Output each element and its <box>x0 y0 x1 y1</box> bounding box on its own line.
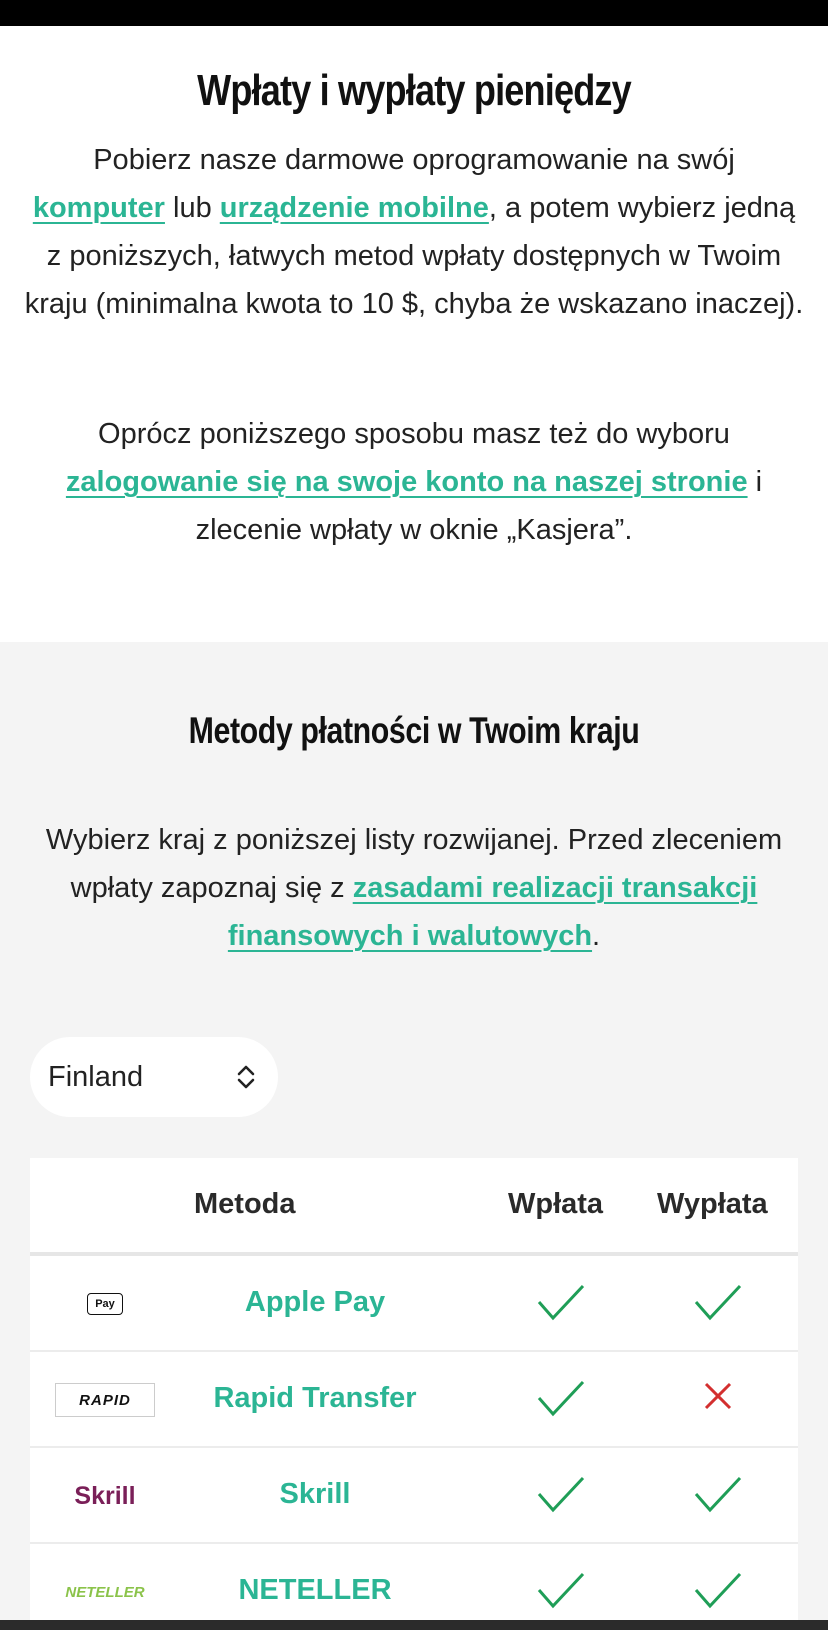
check-icon <box>694 1284 742 1321</box>
rapid-transfer-logo: RAPID <box>50 1382 160 1418</box>
login-paragraph: Oprócz poniższego sposobu masz też do wy… <box>24 410 804 554</box>
check-icon <box>537 1284 585 1321</box>
intro-paragraph: Pobierz nasze darmowe oprogramowanie na … <box>24 136 804 328</box>
country-select[interactable]: Finland <box>30 1037 278 1117</box>
table-header: Metoda Wpłata Wypłata <box>30 1158 798 1256</box>
intro-section: Wpłaty i wypłaty pieniędzy Pobierz nasze… <box>0 26 828 642</box>
mobile-device-link[interactable]: urządzenie mobilne <box>220 192 489 224</box>
login-link[interactable]: zalogowanie się na swoje konto na naszej… <box>66 466 748 498</box>
chevron-up-down-icon <box>237 1065 255 1089</box>
header-method: Metoda <box>194 1188 296 1220</box>
table-row-apple-pay: Pay Apple Pay <box>30 1256 798 1352</box>
check-icon <box>694 1572 742 1609</box>
check-icon <box>694 1476 742 1513</box>
navigation-bar <box>0 1620 828 1630</box>
payment-methods-section: Metody płatności w Twoim kraju Wybierz k… <box>0 642 828 1630</box>
cross-icon <box>704 1382 732 1410</box>
table-row-neteller: NETELLER NETELLER <box>30 1544 798 1630</box>
status-bar <box>0 0 828 26</box>
table-row-skrill: Skrill Skrill <box>30 1448 798 1544</box>
check-icon <box>537 1572 585 1609</box>
methods-paragraph: Wybierz kraj z poniższej listy rozwijane… <box>24 816 804 960</box>
apple-pay-logo: Pay <box>50 1286 160 1322</box>
method-name[interactable]: Skrill <box>170 1478 460 1511</box>
intro-text-1: Pobierz nasze darmowe oprogramowanie na … <box>93 144 735 176</box>
header-deposit: Wpłata <box>508 1188 604 1220</box>
skrill-logo: Skrill <box>74 1481 136 1510</box>
method-name[interactable]: NETELLER <box>170 1574 460 1607</box>
table-row-rapid-transfer: RAPID Rapid Transfer <box>30 1352 798 1448</box>
country-select-value: Finland <box>48 1060 144 1093</box>
methods-title: Metody płatności w Twoim kraju <box>188 710 640 751</box>
computer-link[interactable]: komputer <box>33 192 165 224</box>
intro-text-2: lub <box>164 192 220 224</box>
header-withdrawal: Wypłata <box>657 1188 768 1220</box>
check-icon <box>537 1476 585 1513</box>
method-name[interactable]: Apple Pay <box>170 1286 460 1319</box>
methods-text-2: . <box>592 920 601 952</box>
login-text-1: Oprócz poniższego sposobu masz też do wy… <box>98 418 730 450</box>
check-icon <box>537 1380 585 1417</box>
page-title: Wpłaty i wypłaty pieniędzy <box>197 66 632 115</box>
neteller-logo: NETELLER <box>65 1583 145 1601</box>
payment-methods-table: Metoda Wpłata Wypłata Pay Apple Pay RAPI… <box>30 1158 798 1630</box>
method-name[interactable]: Rapid Transfer <box>170 1382 460 1415</box>
